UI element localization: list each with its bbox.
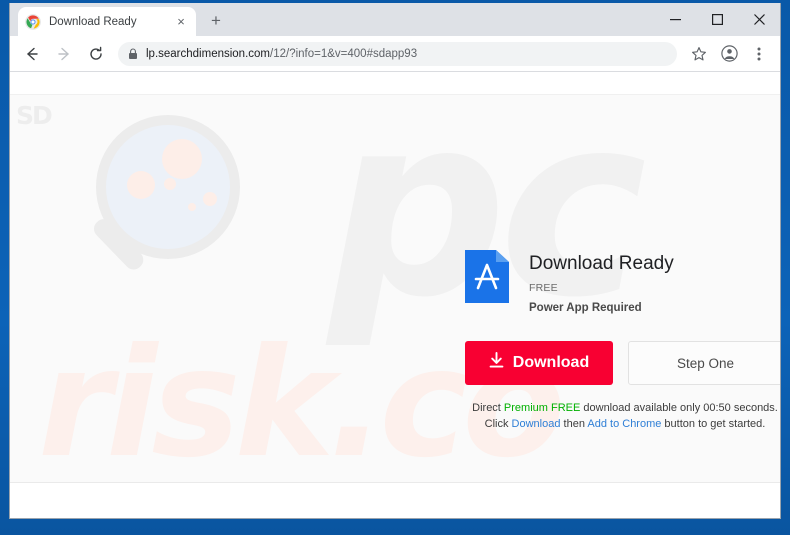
button-row: Download Step One <box>465 341 780 385</box>
app-requirement: Power App Required <box>529 302 642 314</box>
reload-icon[interactable] <box>83 41 109 67</box>
note-line-2: Click Download then Add to Chrome button… <box>465 416 780 432</box>
url-host: lp.searchdimension.com <box>146 47 271 60</box>
profile-avatar-icon[interactable] <box>716 41 742 67</box>
app-header: Download Ready FREE Power App Required <box>465 250 780 314</box>
download-button[interactable]: Download <box>465 341 613 385</box>
browser-window: Download Ready × + lp.searchdimension.co… <box>9 3 781 519</box>
app-title: Download Ready <box>529 253 674 274</box>
window-frame: Download Ready × + lp.searchdimension.co… <box>0 0 790 535</box>
chrome-favicon <box>25 13 41 30</box>
page-content: SD pc risk.co Download Ready FREE Power … <box>10 94 780 483</box>
download-button-label: Download <box>512 354 590 371</box>
note-line-1: Direct Premium FREE download available o… <box>465 400 780 416</box>
download-card: Download Ready FREE Power App Required D… <box>465 250 780 432</box>
step-one-button[interactable]: Step One <box>628 341 780 385</box>
new-tab-button[interactable]: + <box>203 8 229 34</box>
star-icon[interactable] <box>686 41 712 67</box>
note2-download-link[interactable]: Download <box>512 418 561 430</box>
minimize-button[interactable] <box>654 3 696 36</box>
three-dot-menu-icon[interactable] <box>746 41 772 67</box>
note2-part-a: Click <box>484 418 512 430</box>
lock-icon <box>128 47 138 60</box>
step-one-label: Step One <box>676 355 735 371</box>
browser-toolbar: lp.searchdimension.com/12/?info=1&v=400#… <box>10 36 780 72</box>
page-viewport: SD pc risk.co Download Ready FREE Power … <box>10 72 780 518</box>
maximize-button[interactable] <box>696 3 738 36</box>
back-icon[interactable] <box>19 41 45 67</box>
instruction-notes: Direct Premium FREE download available o… <box>465 400 780 432</box>
app-price: FREE <box>529 282 558 294</box>
download-arrow-icon <box>489 352 504 374</box>
note1-part-a: Direct <box>472 402 504 414</box>
note2-part-e: button to get started. <box>661 418 766 430</box>
sd-logo-watermark: SD <box>16 101 53 130</box>
forward-icon[interactable] <box>51 41 77 67</box>
note1-premium-free: Premium FREE <box>503 402 581 414</box>
window-controls <box>654 3 780 36</box>
blue-document-a-icon <box>465 250 509 303</box>
url-text: lp.searchdimension.com/12/?info=1&v=400#… <box>146 48 417 60</box>
tab-close-icon[interactable]: × <box>173 14 189 30</box>
url-path: /12/?info=1&v=400#sdapp93 <box>270 47 418 60</box>
tab-title: Download Ready <box>49 15 137 28</box>
address-bar[interactable]: lp.searchdimension.com/12/?info=1&v=400#… <box>118 41 677 66</box>
close-button[interactable] <box>738 3 780 36</box>
note2-add-to-chrome-link[interactable]: Add to Chrome <box>587 418 661 430</box>
app-meta: Download Ready FREE Power App Required <box>529 250 674 314</box>
tab-strip: Download Ready × + <box>10 3 780 36</box>
note1-part-c: download available only 00:50 seconds. <box>580 402 778 414</box>
magnifier-watermark <box>93 115 240 270</box>
tab-download-ready[interactable]: Download Ready × <box>18 7 196 36</box>
note2-part-c: then <box>560 418 588 430</box>
